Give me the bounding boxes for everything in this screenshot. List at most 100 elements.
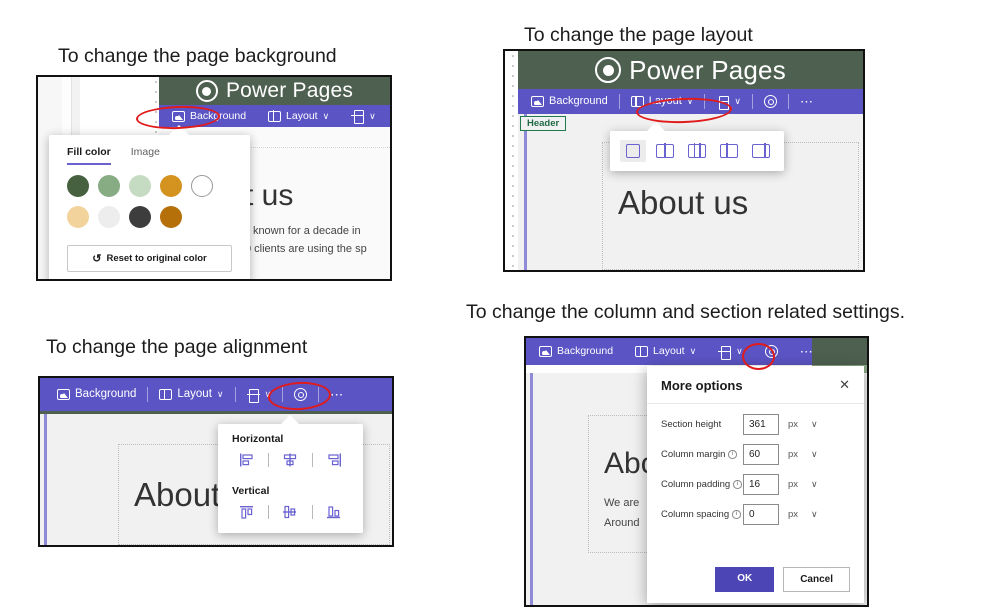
chevron-down-icon: ∨	[369, 110, 376, 121]
flyout-beak	[646, 122, 666, 132]
swatch-dark-gray[interactable]	[129, 206, 151, 228]
site-header: Power Pages	[518, 51, 863, 89]
layout-two-column[interactable]	[652, 140, 678, 162]
horizontal-options	[218, 447, 363, 476]
about-body-line-1: ll known for a decade in	[245, 225, 361, 237]
background-button-label: Background	[190, 109, 247, 122]
field-label: Column spacing i	[661, 509, 743, 520]
alignment-button[interactable]: ∨	[709, 92, 748, 112]
layout-button-label: Layout	[177, 387, 212, 400]
layout-button[interactable]: Layout ∨	[152, 385, 230, 405]
layout-button[interactable]: Layout ∨	[628, 342, 703, 361]
tab-fill-color[interactable]: Fill color	[67, 146, 111, 165]
ok-button[interactable]: OK	[715, 567, 775, 592]
swatch-tan[interactable]	[67, 206, 89, 228]
toolbar-separator-4	[787, 94, 789, 109]
swatch-light-green[interactable]	[129, 175, 151, 197]
layout-button[interactable]: Layout ∨	[624, 92, 701, 111]
layout-options	[610, 131, 784, 171]
cancel-button[interactable]: Cancel	[783, 567, 850, 592]
align-divider-3	[268, 505, 269, 519]
layout-three-column[interactable]	[684, 140, 710, 162]
chevron-down-icon: ∨	[686, 96, 694, 106]
swatch-medium-green[interactable]	[98, 175, 120, 197]
toolbar-separator-2	[234, 387, 236, 402]
align-left-icon	[239, 453, 253, 467]
field-unit: px	[788, 509, 799, 520]
caption-layout: To change the page layout	[524, 24, 753, 46]
swatch-off-white[interactable]	[98, 206, 120, 228]
alignment-button[interactable]: ∨	[344, 106, 383, 126]
background-button[interactable]: Background	[524, 92, 615, 111]
gear-icon	[294, 388, 308, 401]
column-spacing-input[interactable]: 0	[743, 504, 779, 525]
settings-button[interactable]	[757, 91, 784, 112]
swatch-row-2	[67, 206, 232, 228]
chevron-down-icon[interactable]: ∨	[811, 479, 818, 490]
overflow-button[interactable]: ⋯	[323, 384, 352, 405]
ellipsis-icon: ⋯	[799, 344, 815, 359]
site-header: Power Pages	[159, 77, 390, 105]
layout-right-narrow[interactable]	[748, 140, 774, 162]
caption-alignment: To change the page alignment	[46, 336, 308, 358]
section-command-bar: Background Layout ∨ ∨ ⋯	[159, 105, 390, 127]
ellipsis-icon: ⋯	[330, 387, 345, 402]
layout-one-column[interactable]	[620, 140, 646, 162]
swatch-amber[interactable]	[160, 175, 182, 197]
column-margin-input[interactable]: 60	[743, 444, 779, 465]
about-title-clipped: t us	[245, 179, 294, 212]
field-label-text: Column spacing	[661, 509, 730, 520]
dialog-body: Section height 361 px ∨ Column margin i …	[647, 404, 864, 540]
overflow-button[interactable]: ⋯	[793, 341, 822, 362]
chevron-down-icon[interactable]: ∨	[811, 509, 818, 520]
chevron-down-icon[interactable]: ∨	[811, 449, 818, 460]
settings-button[interactable]	[758, 341, 785, 362]
info-icon[interactable]: i	[733, 480, 742, 489]
swatch-dark-orange[interactable]	[160, 206, 182, 228]
swatch-dark-green[interactable]	[67, 175, 89, 197]
flyout-beak	[169, 125, 189, 135]
alignment-button[interactable]: ∨	[711, 342, 750, 362]
column-padding-input[interactable]: 16	[743, 474, 779, 495]
settings-button[interactable]	[391, 106, 392, 127]
swatch-white[interactable]	[191, 175, 213, 197]
align-middle-button[interactable]	[276, 502, 305, 522]
reset-to-original-color-button[interactable]: ↺ Reset to original color	[67, 245, 232, 272]
align-center-button[interactable]	[276, 450, 305, 470]
align-left-button[interactable]	[232, 450, 261, 470]
layout-columns-icon	[630, 95, 644, 107]
chevron-down-icon: ∨	[322, 110, 330, 121]
field-column-spacing: Column spacing i 0 px ∨	[661, 504, 850, 525]
chevron-down-icon[interactable]: ∨	[811, 419, 818, 430]
dialog-title: More options	[661, 377, 743, 393]
about-body-line-2: 0 clients are using the sp	[245, 243, 367, 255]
layout-flyout	[610, 122, 784, 171]
field-label-text: Column padding	[661, 479, 731, 490]
layout-columns-icon	[159, 388, 173, 400]
panel-page-alignment: Background Layout ∨ ∨ ⋯ About us Horizon…	[38, 376, 394, 547]
settings-button[interactable]	[287, 384, 314, 405]
section-height-input[interactable]: 361	[743, 414, 779, 435]
reset-button-label: Reset to original color	[106, 253, 207, 264]
tab-image[interactable]: Image	[131, 146, 160, 165]
overflow-button[interactable]: ⋯	[793, 91, 822, 112]
layout-button[interactable]: Layout ∨	[261, 107, 336, 126]
background-button[interactable]: Background	[50, 385, 143, 405]
info-icon[interactable]: i	[732, 510, 741, 519]
alignment-button[interactable]: ∨	[240, 385, 279, 405]
background-button[interactable]: Background	[532, 342, 620, 361]
layout-button-label: Layout	[648, 95, 682, 107]
alignment-flyout: Horizontal Vertical	[218, 415, 363, 533]
background-button-label: Background	[557, 345, 614, 358]
caption-background: To change the page background	[58, 45, 337, 67]
close-icon[interactable]: ✕	[839, 377, 850, 393]
align-right-button[interactable]	[320, 450, 349, 470]
align-top-button[interactable]	[232, 502, 261, 522]
info-icon[interactable]: i	[728, 450, 737, 459]
align-divider-4	[312, 505, 313, 519]
background-button[interactable]: Background	[165, 107, 253, 126]
section-command-bar: Background Layout ∨ ∨ ⋯	[526, 338, 813, 365]
align-bottom-button[interactable]	[320, 502, 349, 522]
layout-button-label: Layout	[653, 345, 685, 358]
layout-left-narrow[interactable]	[716, 140, 742, 162]
